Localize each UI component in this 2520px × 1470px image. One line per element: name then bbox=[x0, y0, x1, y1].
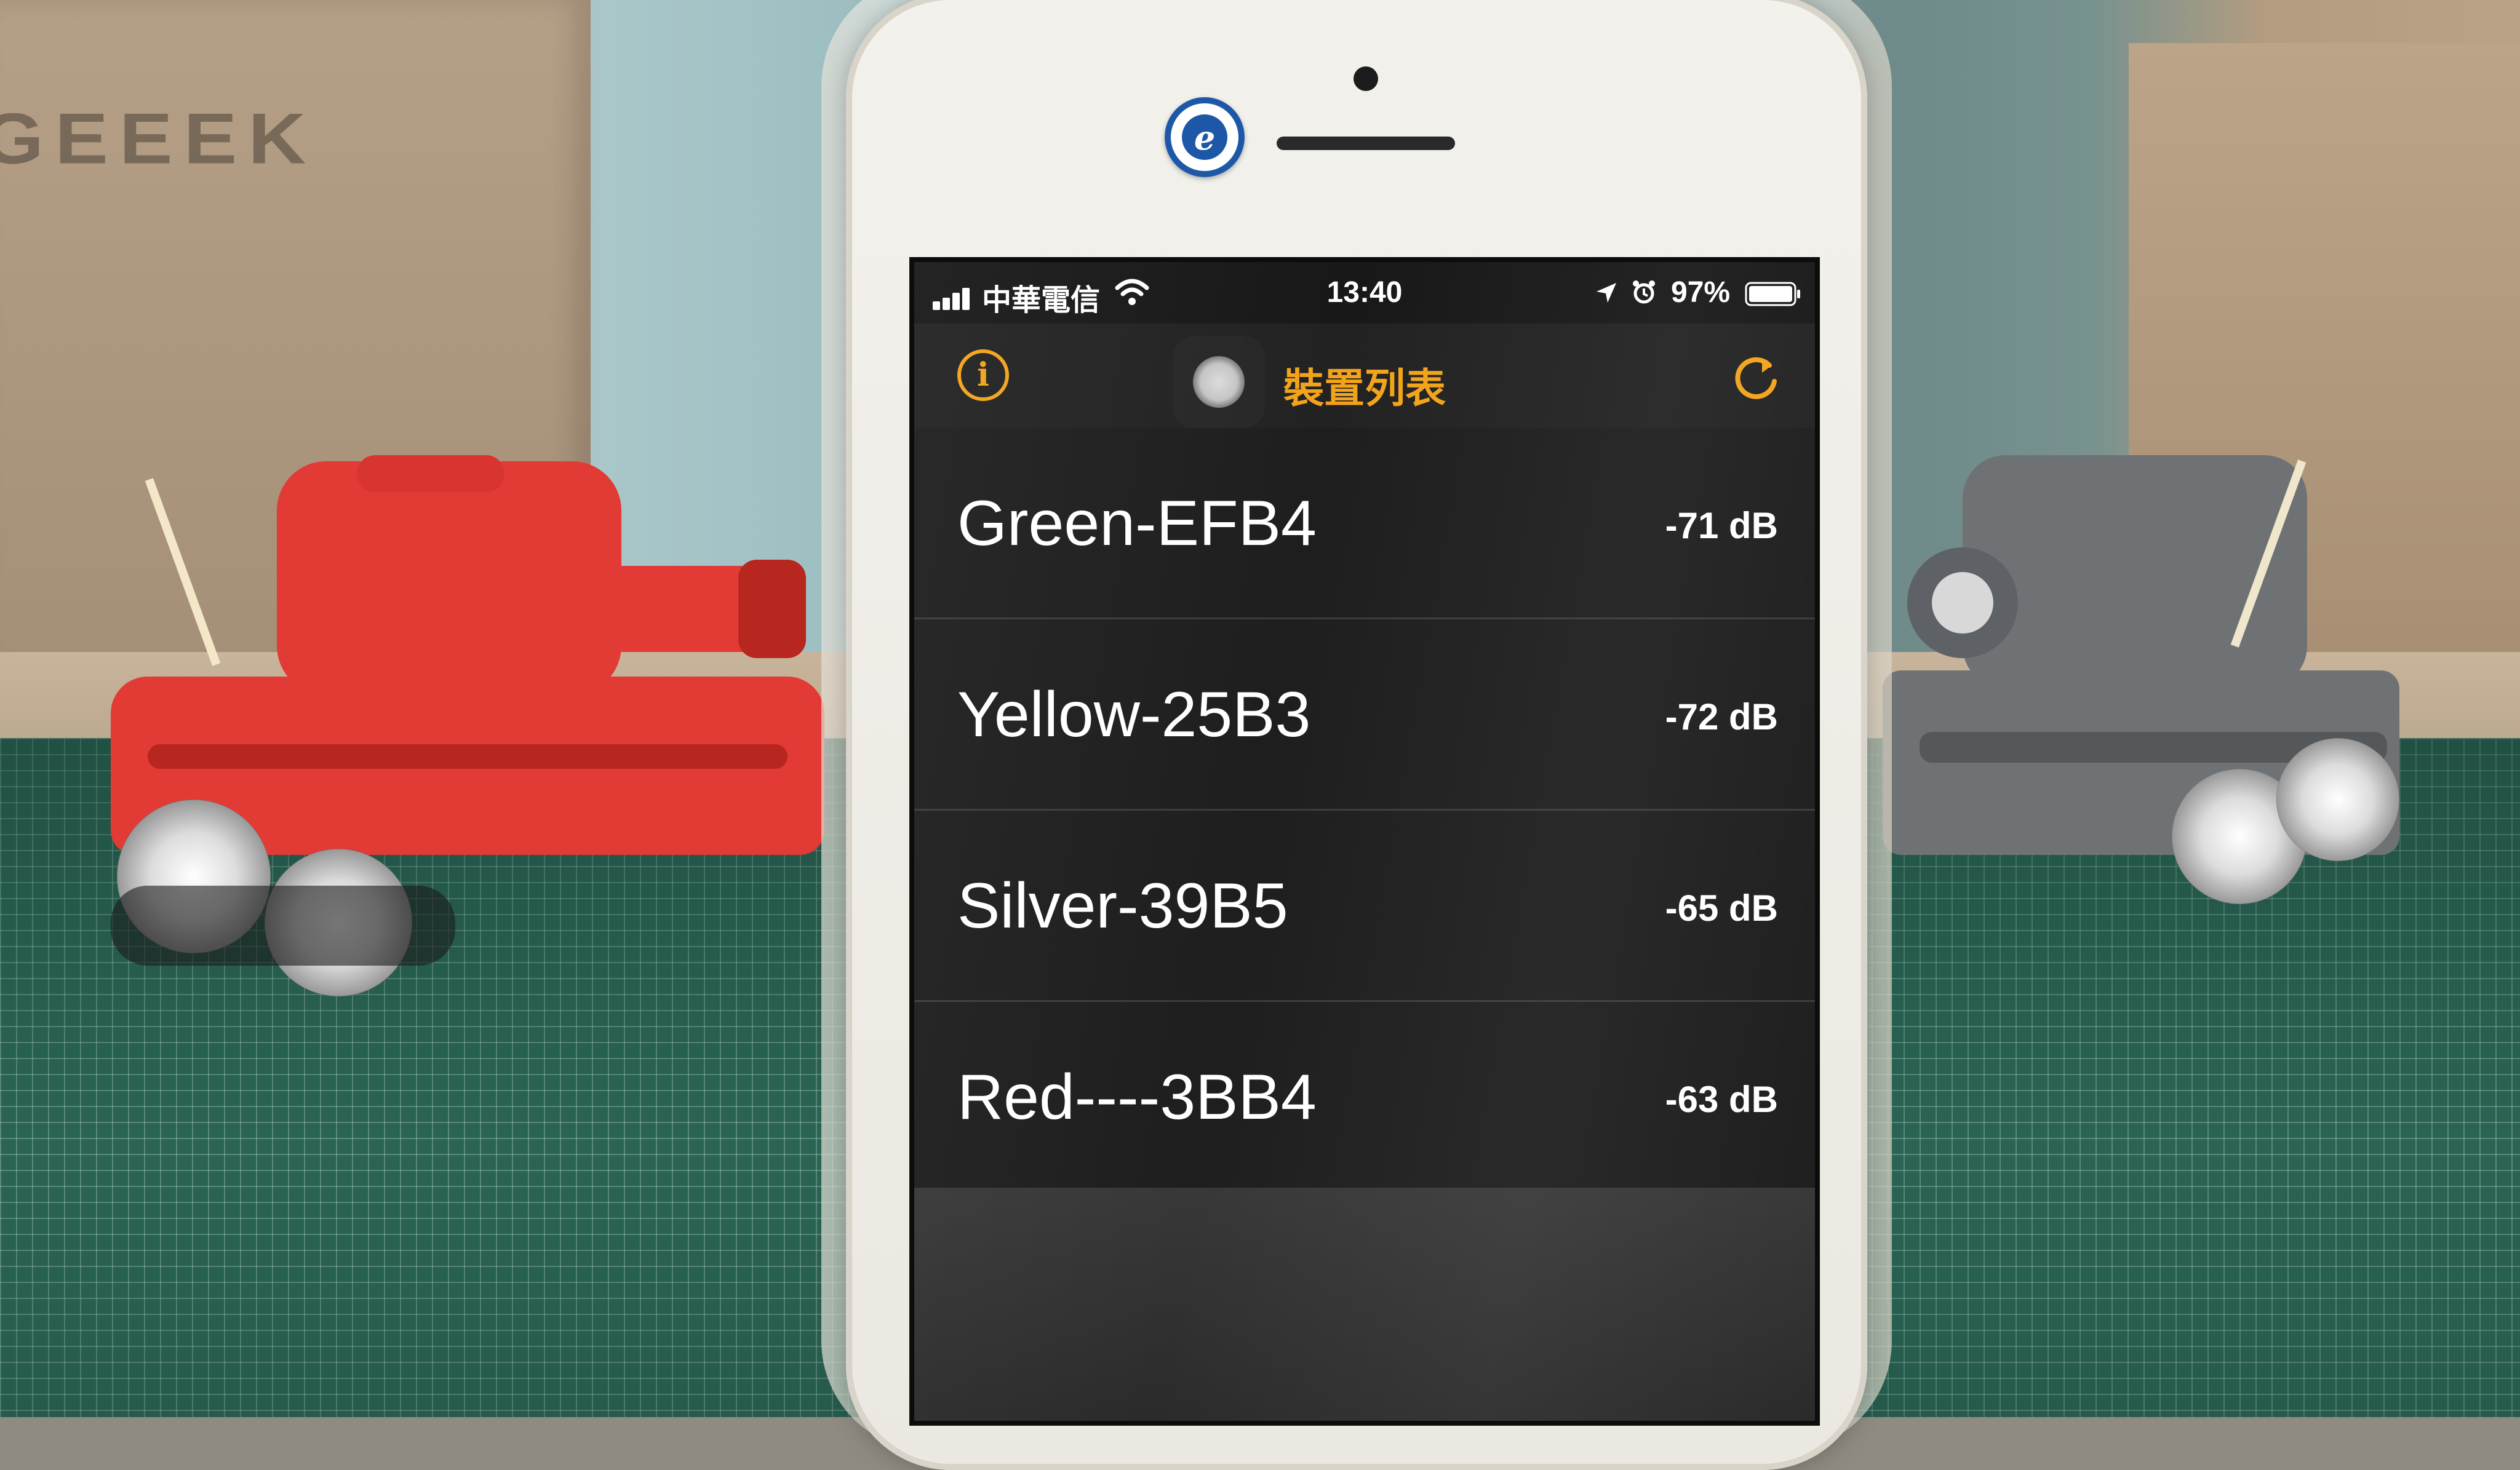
page-title: 裝置列表 bbox=[1283, 365, 1446, 412]
battery-percentage: 97% bbox=[1671, 276, 1731, 309]
location-arrow-icon bbox=[1597, 283, 1616, 303]
device-signal-strength: -71 dB bbox=[1665, 505, 1778, 546]
device-signal-strength: -65 dB bbox=[1665, 888, 1778, 929]
front-camera bbox=[1354, 66, 1378, 91]
box-label: GEEEK bbox=[0, 98, 317, 179]
status-bar: 中華電信 13:40 97% bbox=[914, 262, 1815, 324]
alarm-clock-icon bbox=[1633, 280, 1655, 304]
device-row-red[interactable]: Red----3BB4 -63 dB bbox=[914, 1002, 1815, 1191]
refresh-button[interactable] bbox=[1726, 347, 1785, 406]
grey-toy-tank bbox=[1883, 424, 2436, 978]
red-toy-tank bbox=[111, 455, 831, 1070]
device-signal-strength: -63 dB bbox=[1665, 1079, 1778, 1120]
navigation-bar: i 裝置列表 bbox=[914, 324, 1815, 430]
device-name: Red----3BB4 bbox=[957, 1062, 1317, 1133]
list-empty-area bbox=[914, 1188, 1815, 1421]
device-list: Green-EFB4 -71 dB Yellow-25B3 -72 dB Sil… bbox=[914, 428, 1815, 1191]
refresh-icon bbox=[1735, 357, 1777, 399]
device-signal-strength: -72 dB bbox=[1665, 696, 1778, 737]
device-row-yellow[interactable]: Yellow-25B3 -72 dB bbox=[914, 619, 1815, 811]
earpiece bbox=[1277, 137, 1455, 150]
device-name: Silver-39B5 bbox=[957, 870, 1288, 942]
battery-icon bbox=[1745, 282, 1800, 306]
device-name: Green-EFB4 bbox=[957, 488, 1317, 559]
phone-screen: 中華電信 13:40 97% i 裝置列表 Green-EFB4 -71 dB … bbox=[909, 257, 1820, 1426]
device-name: Yellow-25B3 bbox=[957, 679, 1311, 750]
device-row-silver[interactable]: Silver-39B5 -65 dB bbox=[914, 811, 1815, 1002]
device-row-green[interactable]: Green-EFB4 -71 dB bbox=[914, 428, 1815, 619]
carrier-logo-sticker: e bbox=[1165, 97, 1245, 177]
